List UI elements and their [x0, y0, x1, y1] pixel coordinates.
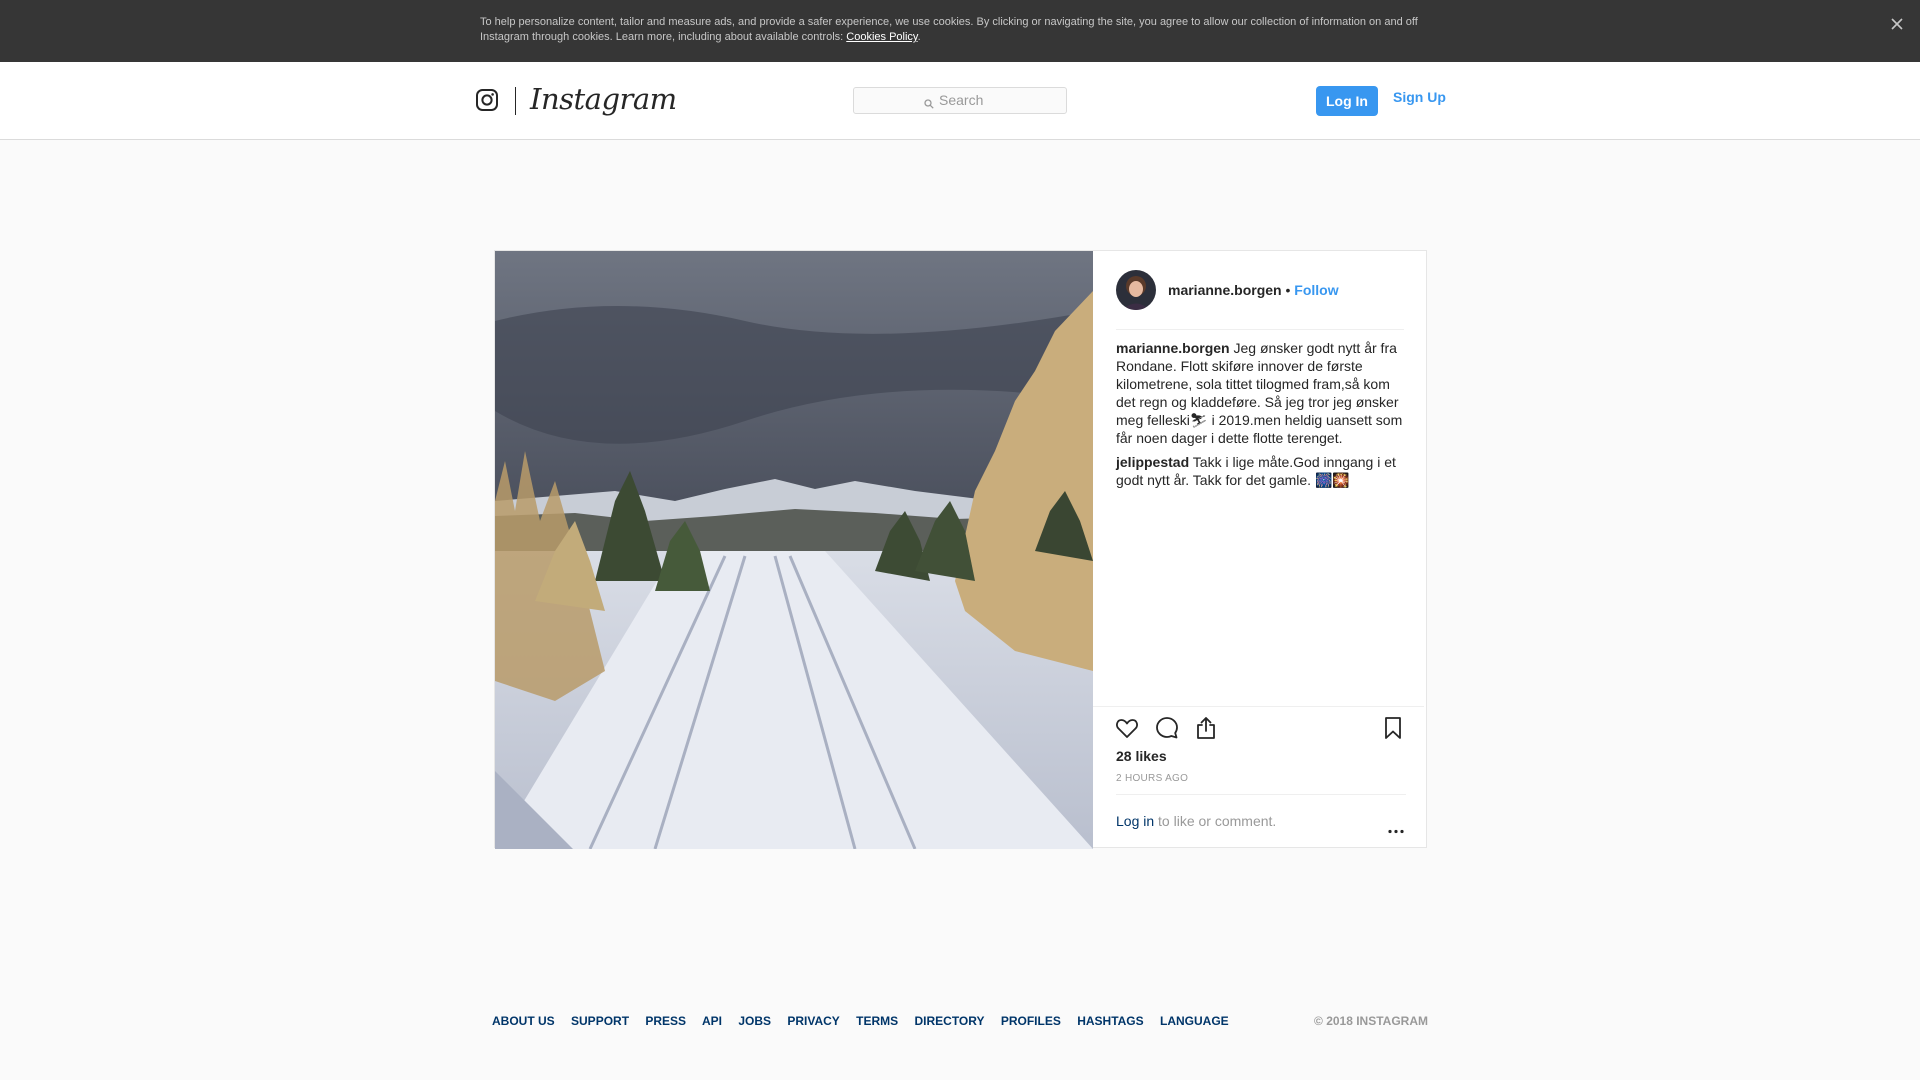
follow-button[interactable]: Follow [1294, 282, 1338, 298]
footer-nav: ABOUT US SUPPORT PRESS API JOBS PRIVACY … [492, 1014, 1242, 1028]
footer-link-about-us[interactable]: ABOUT US [492, 1014, 555, 1028]
post-photo[interactable] [495, 251, 1093, 849]
cookies-policy-link[interactable]: Cookies Policy [846, 31, 917, 43]
footer-link-profiles[interactable]: PROFILES [1001, 1014, 1061, 1028]
footer: ABOUT US SUPPORT PRESS API JOBS PRIVACY … [492, 1014, 1428, 1030]
top-nav: Instagram Search Log In Sign Up [0, 62, 1920, 140]
footer-link-terms[interactable]: TERMS [856, 1014, 898, 1028]
footer-link-api[interactable]: API [702, 1014, 722, 1028]
footer-link-hashtags[interactable]: HASHTAGS [1077, 1014, 1143, 1028]
login-prompt-text: to like or comment. [1154, 813, 1277, 829]
close-icon[interactable] [1888, 15, 1906, 33]
like-count[interactable]: 28 likes [1116, 748, 1167, 764]
search-icon [924, 96, 934, 109]
instagram-glyph-icon[interactable] [475, 88, 499, 112]
divider [1116, 329, 1404, 330]
author-username[interactable]: marianne.borgen [1168, 282, 1282, 298]
signup-link[interactable]: Sign Up [1393, 86, 1446, 108]
more-icon[interactable] [1387, 821, 1405, 834]
copyright: © 2018 INSTAGRAM [1314, 1014, 1428, 1028]
cookie-banner: To help personalize content, tailor and … [0, 0, 1920, 62]
footer-link-language[interactable]: LANGUAGE [1160, 1014, 1229, 1028]
cookie-suffix: . [917, 31, 921, 43]
login-button[interactable]: Log In [1316, 86, 1378, 116]
footer-link-privacy[interactable]: PRIVACY [787, 1014, 839, 1028]
comment-icon[interactable] [1154, 715, 1180, 741]
login-prompt-link[interactable]: Log in [1116, 813, 1154, 829]
footer-link-support[interactable]: SUPPORT [571, 1014, 629, 1028]
instagram-wordmark[interactable]: Instagram [530, 82, 677, 116]
heart-icon[interactable] [1114, 715, 1140, 741]
avatar[interactable] [1116, 270, 1156, 310]
post-timestamp: 2 HOURS AGO [1116, 773, 1189, 784]
share-icon[interactable] [1193, 715, 1219, 741]
snowy-ski-trail-photo [495, 251, 1093, 849]
divider [1093, 706, 1424, 707]
header-dot: • [1285, 282, 1291, 298]
divider [1116, 794, 1406, 795]
list-item: jelippestad Takk i lige måte.God inngang… [1116, 453, 1406, 489]
footer-link-press[interactable]: PRESS [645, 1014, 686, 1028]
post-header: marianne.borgen • Follow [1168, 281, 1339, 299]
post-sidebar: marianne.borgen • Follow marianne.borgen… [1093, 251, 1426, 847]
nav-divider [515, 87, 516, 115]
search-input[interactable]: Search [853, 87, 1067, 114]
comment-username[interactable]: marianne.borgen [1116, 340, 1230, 356]
login-prompt: Log in to like or comment. [1116, 813, 1276, 829]
comment-list: marianne.borgen Jeg ønsker godt nytt år … [1116, 339, 1406, 495]
search-placeholder: Search [939, 92, 984, 108]
footer-link-directory[interactable]: DIRECTORY [914, 1014, 984, 1028]
cookie-message: To help personalize content, tailor and … [480, 16, 1418, 43]
list-item: marianne.borgen Jeg ønsker godt nytt år … [1116, 339, 1406, 447]
comment-username[interactable]: jelippestad [1116, 454, 1189, 470]
footer-link-jobs[interactable]: JOBS [738, 1014, 771, 1028]
cookie-banner-text: To help personalize content, tailor and … [480, 15, 1430, 45]
bookmark-icon[interactable] [1380, 715, 1406, 741]
post-card: marianne.borgen • Follow marianne.borgen… [494, 250, 1427, 849]
